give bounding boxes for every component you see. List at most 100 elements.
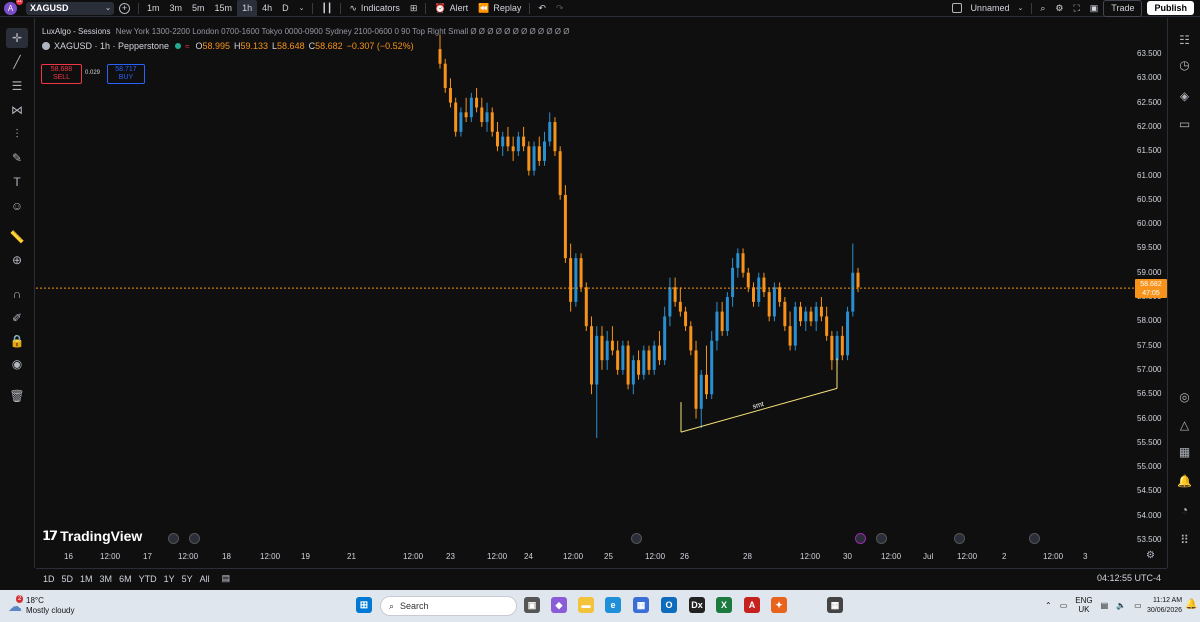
dx-app-icon[interactable]: Dx xyxy=(689,597,705,613)
trade-button[interactable]: Trade xyxy=(1103,0,1143,17)
timeframe-5m[interactable]: 5m xyxy=(187,0,210,17)
chart-type-button[interactable]: ┃┃ xyxy=(316,0,337,17)
weather-widget[interactable]: ☁ 2 18°C Mostly cloudy xyxy=(8,594,74,616)
range-5d[interactable]: 5D xyxy=(62,574,74,584)
symbol-search[interactable]: XAGUSD ⌄ xyxy=(26,1,114,15)
text-icon[interactable]: T xyxy=(6,172,28,192)
range-1m[interactable]: 1M xyxy=(80,574,93,584)
undo-button[interactable]: ↶ xyxy=(533,0,551,17)
speaker-icon[interactable]: 🔈 xyxy=(1116,601,1126,610)
layouts-button[interactable]: ⊞ xyxy=(405,0,423,17)
emoji-icon[interactable]: ☺ xyxy=(6,196,28,216)
chat-icon[interactable]: ▭ xyxy=(1174,114,1195,134)
timeframe-15m[interactable]: 15m xyxy=(210,0,238,17)
horizontal-lines-icon[interactable]: ☰ xyxy=(6,76,28,96)
user-avatar[interactable]: A 11 xyxy=(4,0,23,15)
event-lightning-icon[interactable] xyxy=(855,533,866,544)
timeframe-dropdown-chevron-icon[interactable]: ⌄ xyxy=(294,0,310,17)
event-flag-icon[interactable] xyxy=(189,533,200,544)
symbol-legend[interactable]: XAGUSD · 1h · Pepperstone ≈ O 58.995 H 59.… xyxy=(42,41,414,51)
range-ytd[interactable]: YTD xyxy=(139,574,157,584)
event-flag-icon[interactable] xyxy=(954,533,965,544)
range-1y[interactable]: 1Y xyxy=(164,574,175,584)
crosshair-icon[interactable]: ✛ xyxy=(6,28,28,48)
event-flag-icon[interactable] xyxy=(1029,533,1040,544)
utc-clock[interactable]: 04:12:55 UTC-4 xyxy=(1097,573,1161,583)
tradingview-logo[interactable]: 𝟭𝟳 TradingView xyxy=(42,528,142,544)
taskbar-search[interactable]: ⌕ Search xyxy=(380,596,517,616)
edge-browser-icon[interactable]: e xyxy=(605,597,621,613)
acrobat-icon[interactable]: A xyxy=(744,597,760,613)
chart-pane[interactable]: smt LuxAlgo - Sessions New York 1300-220… xyxy=(36,18,1167,568)
go-to-date-calendar-icon[interactable]: ▤ xyxy=(222,573,231,584)
publish-button[interactable]: Publish xyxy=(1147,1,1194,15)
timeframe-3m[interactable]: 3m xyxy=(165,0,188,17)
notifications-bell-icon[interactable]: 🔔 xyxy=(1185,599,1197,610)
tradingview-taskbar-icon[interactable]: ✦ xyxy=(771,597,787,613)
candle-body xyxy=(647,350,651,370)
battery-icon[interactable]: ▭ xyxy=(1134,601,1142,610)
network-icon[interactable]: ▤ xyxy=(1101,601,1109,610)
compare-symbol-button[interactable]: + xyxy=(114,0,135,17)
brush-icon[interactable]: ✎ xyxy=(6,148,28,168)
magnet-icon[interactable]: ∩ xyxy=(6,284,28,304)
range-all[interactable]: All xyxy=(200,574,210,584)
ruler-icon[interactable]: 📏 xyxy=(6,227,28,247)
chevron-up-icon[interactable]: ⌃ xyxy=(1045,601,1052,610)
buy-button[interactable]: 58.717 BUY xyxy=(107,64,145,84)
fullscreen-button[interactable]: ⛶ xyxy=(1068,0,1084,17)
calendar-icon[interactable]: ▦ xyxy=(1174,442,1195,462)
timeframe-4h[interactable]: 4h xyxy=(257,0,277,17)
eye-icon[interactable]: ◉ xyxy=(6,354,28,374)
range-3m[interactable]: 3M xyxy=(100,574,113,584)
apps-grid-icon[interactable]: ⠿ xyxy=(1174,530,1195,550)
wifi-monitor-icon[interactable]: ▭ xyxy=(1060,601,1068,610)
system-clock[interactable]: 11:12 AM 30/06/2026 xyxy=(1147,596,1182,616)
timeframe-1m[interactable]: 1m xyxy=(142,0,165,17)
fib-icon[interactable]: ⫶ xyxy=(6,124,28,144)
start-windows-icon[interactable]: ⊞ xyxy=(356,597,372,613)
quick-search-button[interactable]: ⌕ xyxy=(1035,0,1050,17)
alert-button[interactable]: ⏰ Alert xyxy=(429,0,473,17)
trend-line-icon[interactable]: ╱ xyxy=(6,52,28,72)
range-5y[interactable]: 5Y xyxy=(182,574,193,584)
pattern-icon[interactable]: ⋈ xyxy=(6,100,28,120)
event-flag-icon[interactable] xyxy=(876,533,887,544)
calculator-icon[interactable]: ▦ xyxy=(827,597,843,613)
lock-icon[interactable]: 🔒 xyxy=(6,331,28,351)
file-explorer-icon[interactable]: ▬ xyxy=(578,597,594,613)
alerts-clock-icon[interactable]: ◷ xyxy=(1174,55,1195,75)
event-flag-icon[interactable] xyxy=(631,533,642,544)
chat-app-icon[interactable]: ◆ xyxy=(551,597,567,613)
target-icon[interactable]: ◎ xyxy=(1174,387,1195,407)
help-icon[interactable]: ◔ xyxy=(1174,500,1195,520)
snapshot-button[interactable]: ▣ xyxy=(1085,0,1104,17)
outlook-icon[interactable]: O xyxy=(661,597,677,613)
zoom-icon[interactable]: ⊕ xyxy=(6,250,28,270)
layout-name-button[interactable]: Unnamed ⌄ xyxy=(947,0,1028,17)
range-1d[interactable]: 1D xyxy=(43,574,55,584)
axis-settings-gear-icon[interactable]: ⚙ xyxy=(1146,550,1155,561)
indicator-legend[interactable]: LuxAlgo - Sessions New York 1300-2200 Lo… xyxy=(42,27,569,36)
settings-button[interactable]: ⚙ xyxy=(1050,0,1068,17)
bell-icon[interactable]: 🔔 xyxy=(1174,471,1195,491)
range-6m[interactable]: 6M xyxy=(119,574,132,584)
language-indicator[interactable]: ENG UK xyxy=(1075,596,1092,614)
sell-button[interactable]: 58.688 SELL xyxy=(41,64,82,84)
event-flag-icon[interactable] xyxy=(168,533,179,544)
trash-icon[interactable]: 🗑 xyxy=(6,386,28,406)
watchlist-icon[interactable]: ☷ xyxy=(1174,30,1195,50)
price-chart[interactable]: smt xyxy=(36,18,1167,568)
layers-icon[interactable]: ◈ xyxy=(1174,86,1195,106)
excel-icon[interactable]: X xyxy=(716,597,732,613)
timeframe-1h[interactable]: 1h xyxy=(237,0,258,17)
candle-body xyxy=(543,141,546,161)
store-icon[interactable]: ▦ xyxy=(633,597,649,613)
ideas-icon[interactable]: △ xyxy=(1174,415,1195,435)
task-view-icon[interactable]: ▣ xyxy=(524,597,540,613)
lock-drawings-icon[interactable]: ✐ xyxy=(6,308,28,328)
timeframe-d[interactable]: D xyxy=(277,0,294,17)
replay-button[interactable]: ⏪ Replay xyxy=(473,0,526,17)
indicators-button[interactable]: ∿ Indicators xyxy=(344,0,405,17)
redo-button[interactable]: ↷ xyxy=(551,0,569,17)
